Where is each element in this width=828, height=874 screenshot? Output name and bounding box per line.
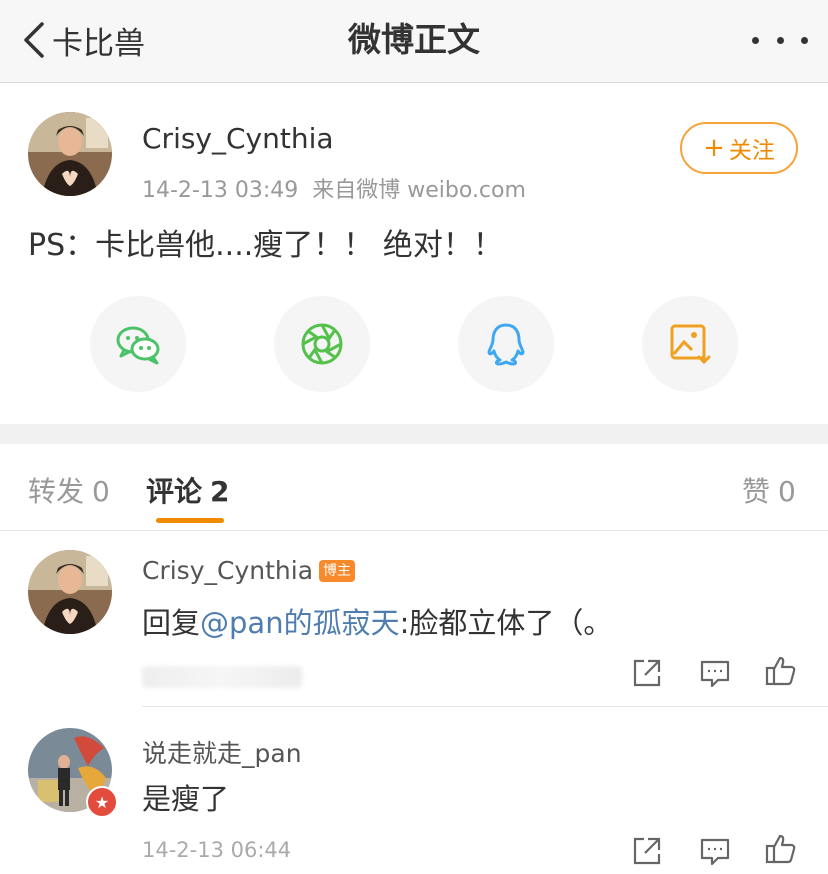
comment-icon [700,838,730,866]
tab-reposts-count: 0 [92,475,110,508]
more-dot [801,36,808,44]
tab-comments-count: 2 [210,475,230,508]
comment-author[interactable]: Crisy_Cynthia [142,556,313,585]
author-name[interactable]: Crisy_Cynthia [142,122,334,155]
active-tab-indicator [156,518,224,523]
mention-link[interactable]: @pan的孤寂天 [200,606,400,640]
like-comment-button[interactable] [764,832,798,866]
share-qq-button[interactable] [458,296,554,392]
avatar-image [28,550,112,634]
more-dot [776,36,784,44]
more-options-button[interactable] [752,26,808,54]
reply-prefix: 回复 [142,606,201,640]
comment-avatar[interactable] [28,550,112,634]
share-icon [633,659,661,687]
tab-comments[interactable]: 评论 2 [146,470,230,510]
tab-reposts[interactable]: 转发 0 [28,470,110,510]
comment-icon [700,660,730,688]
author-badge: 博主 [319,559,356,582]
verified-badge-icon: ★ [86,786,118,818]
section-divider [0,424,828,444]
save-image-icon [670,324,711,365]
follow-label: 关注 [728,138,775,164]
post-time: 14-2-13 03:49 [142,178,299,203]
reply-comment-button[interactable] [698,834,732,868]
tab-likes-count: 0 [778,475,796,508]
share-moments-button[interactable] [274,296,370,392]
comment-header: Crisy_Cynthia 博主 [142,556,356,585]
tab-likes-label: 赞 [742,475,771,508]
like-comment-button[interactable] [764,654,798,688]
post-text: PS：卡比兽他....瘦了！！ 绝对！！ [28,228,503,263]
author-avatar[interactable] [28,112,112,196]
share-wechat-button[interactable] [90,296,186,392]
follow-button[interactable]: + 关注 [680,122,798,174]
wechat-icon [116,326,160,365]
page-title: 微博正文 [348,20,480,59]
save-image-button[interactable] [642,296,738,392]
thumbs-up-icon [765,656,796,686]
plus-icon: + [703,133,725,163]
tab-comments-label: 评论 [146,475,203,508]
tab-divider [0,530,828,531]
avatar-image [28,112,112,196]
comment-author[interactable]: 说走就走_pan [142,734,302,770]
post-meta: 14-2-13 03:49 来自微博 weibo.com [142,172,526,204]
comment-text: 是瘦了 [142,782,230,816]
qq-icon [487,323,525,366]
share-comment-button[interactable] [630,656,664,690]
reply-comment-button[interactable] [698,656,732,690]
thumbs-up-icon [765,834,796,864]
tab-likes[interactable]: 赞0 [742,470,796,510]
comment-time: 14-2-13 06:44 [142,838,292,862]
comment-divider [142,706,828,707]
comment-body: :脸都立体了（。 [399,606,613,640]
post-source[interactable]: 来自微博 weibo.com [312,178,526,203]
comment-text: 回复@pan的孤寂天:脸都立体了（。 [142,600,612,642]
moments-icon [301,323,343,365]
tab-reposts-label: 转发 [28,475,85,508]
share-comment-button[interactable] [630,834,664,868]
share-icon [633,837,661,865]
blurred-timestamp [142,666,302,688]
more-dots-icon [752,36,759,44]
